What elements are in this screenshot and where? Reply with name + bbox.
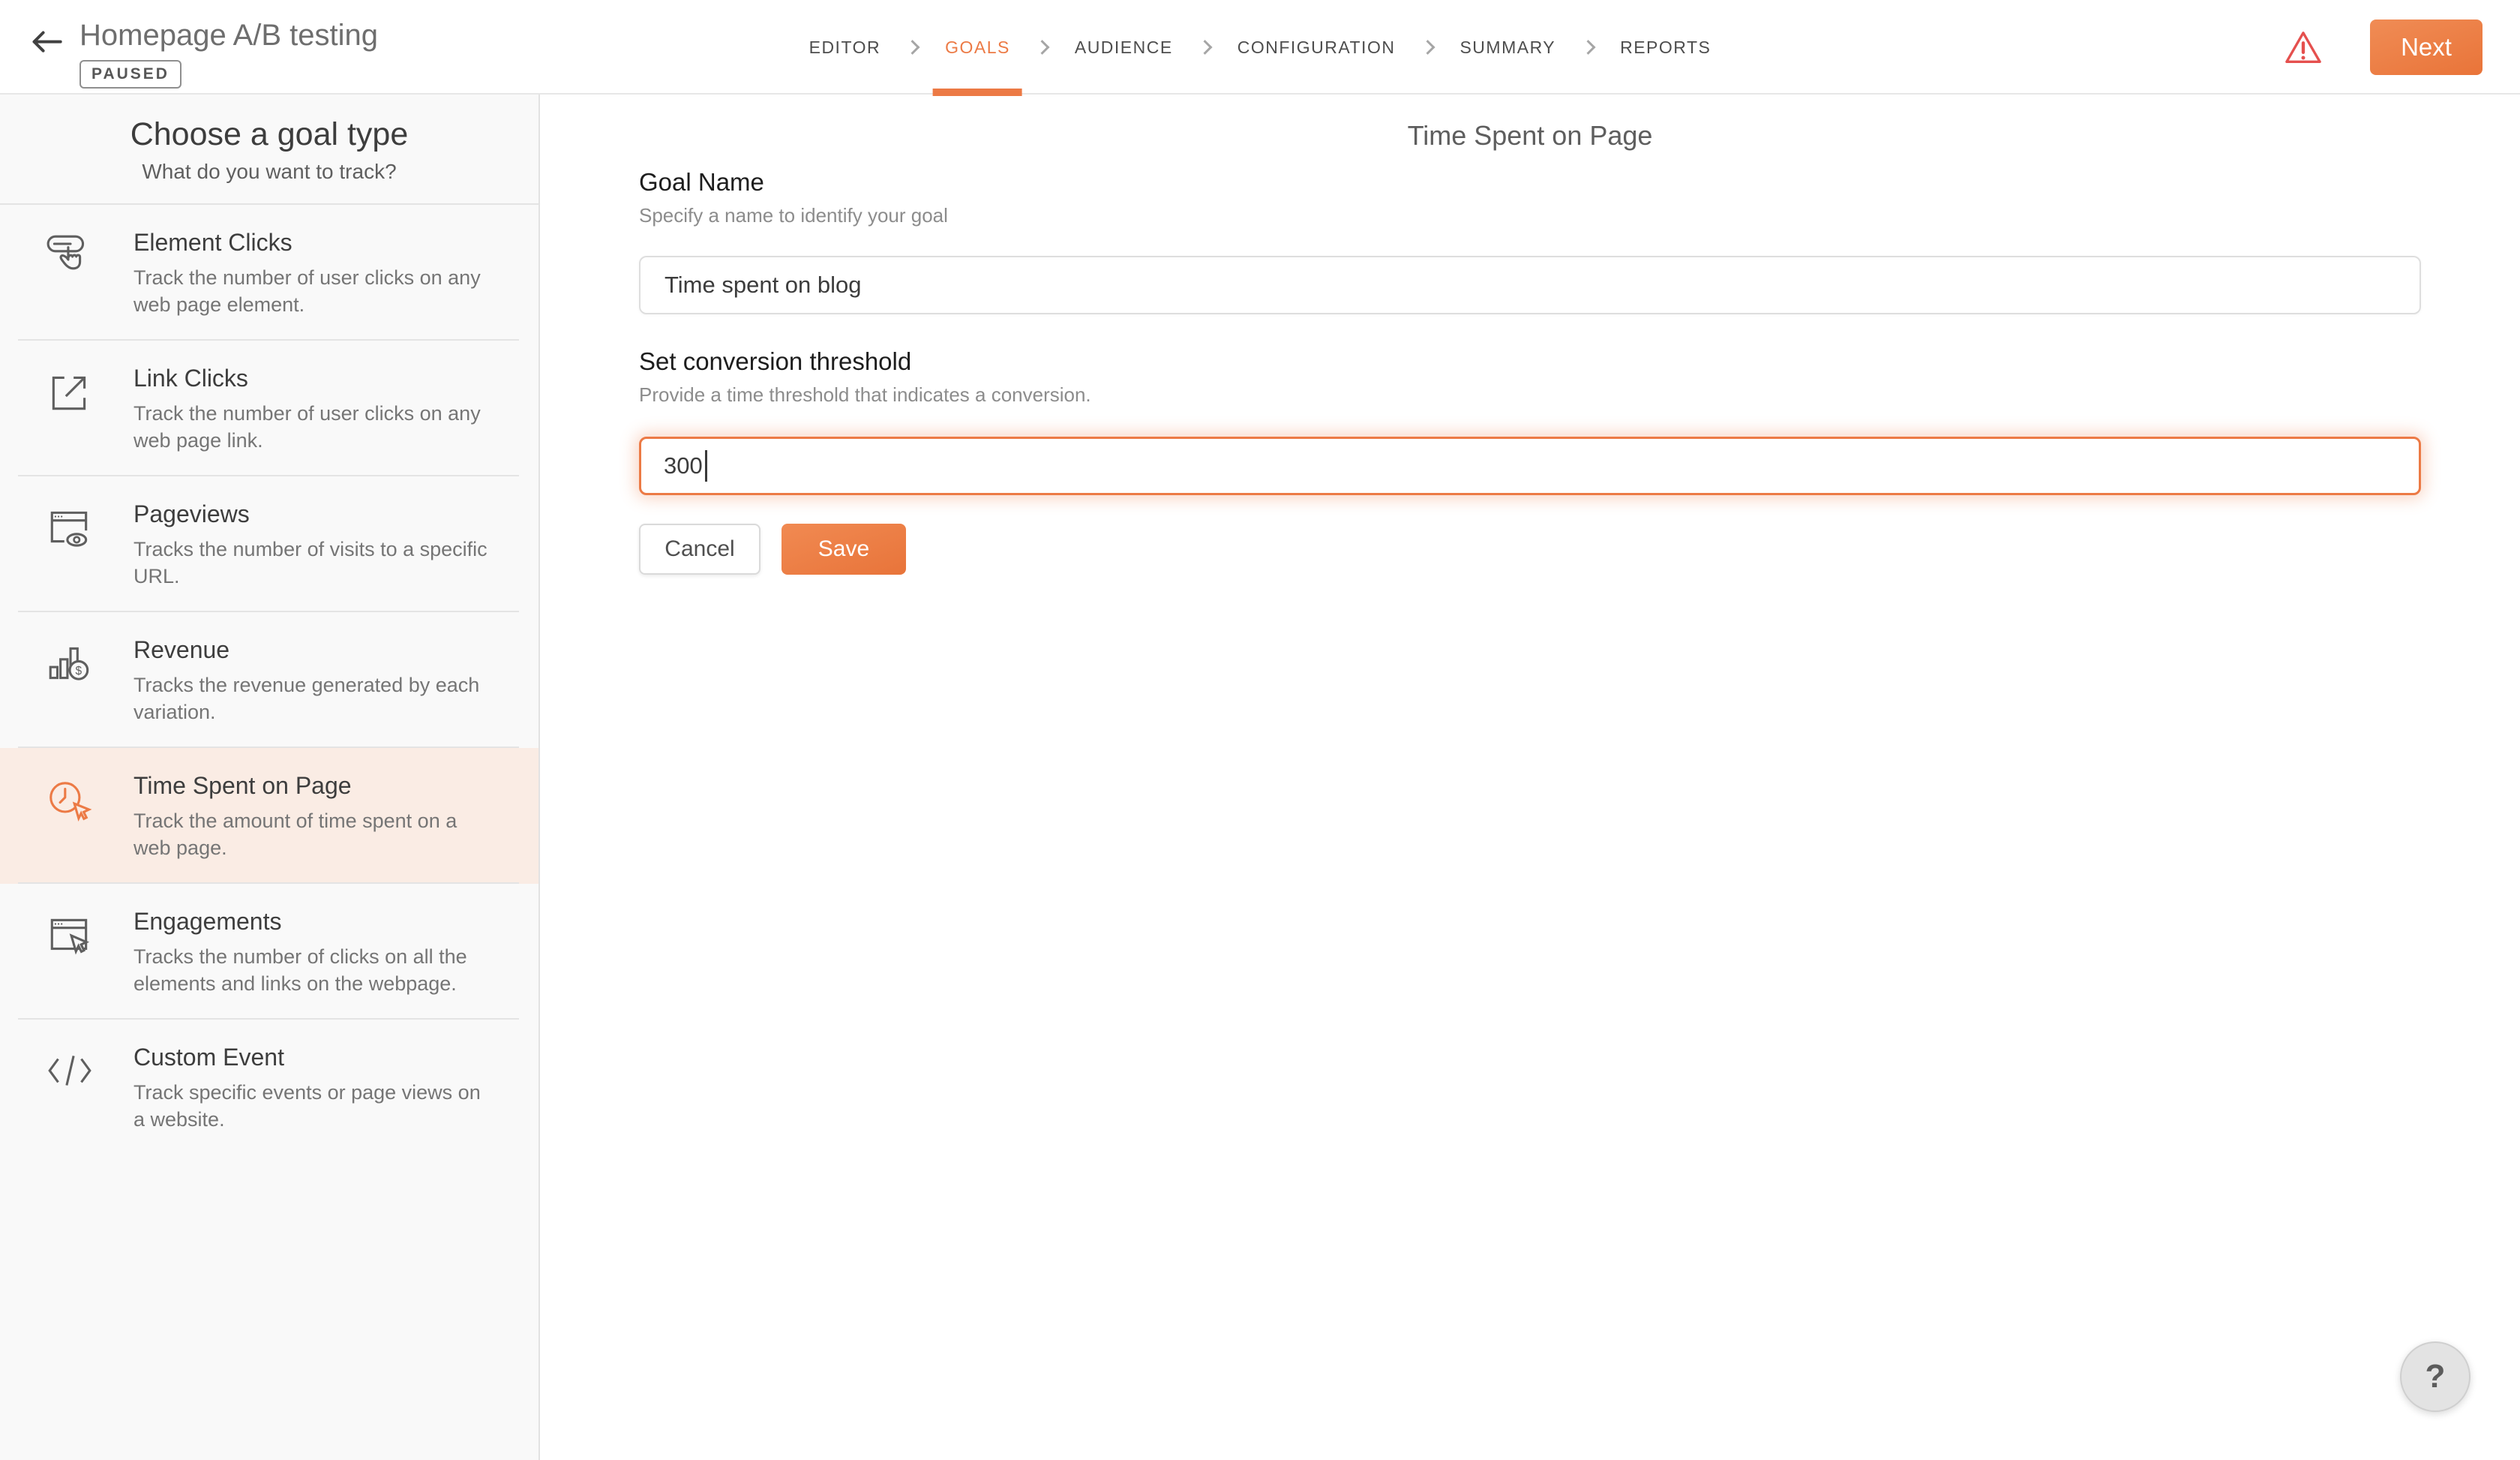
form-actions: Cancel Save [639,524,2421,575]
goal-type-title: Custom Event [134,1042,494,1072]
threshold-value: 300 [664,452,703,479]
back-arrow-icon[interactable] [30,29,63,56]
sidebar-subtitle: What do you want to track? [15,160,524,184]
sidebar-header: Choose a goal type What do you want to t… [0,95,538,205]
page-title: Time Spent on Page [540,120,2520,152]
goal-type-text: Element Clicks Track the number of user c… [134,227,494,318]
goal-name-input[interactable] [639,256,2421,314]
goal-type-description: Track the amount of time spent on a web … [134,807,494,861]
goal-type-title: Engagements [134,906,494,936]
goal-type-link-clicks[interactable]: Link Clicks Track the number of user clic… [0,341,538,476]
element-clicks-icon [45,232,99,286]
cancel-button[interactable]: Cancel [639,524,760,575]
goal-type-title: Link Clicks [134,363,494,393]
goal-type-title: Element Clicks [134,227,494,257]
pageviews-icon [45,503,99,557]
goal-type-engagements[interactable]: Engagements Tracks the number of clicks o… [0,884,538,1020]
goal-type-text: Pageviews Tracks the number of visits to … [134,499,494,590]
threshold-helper: Provide a time threshold that indicates … [639,383,2421,407]
step-nav: EDITOR GOALS AUDIENCE CONFIGURATION SUMMARY R… [787,0,1734,95]
nav-step-editor[interactable]: EDITOR [797,0,892,95]
chevron-right-icon [1198,40,1213,55]
next-button[interactable]: Next [2370,20,2482,75]
experiment-title: Homepage A/B testing [80,18,378,53]
goal-form: Goal Name Specify a name to identify you… [639,168,2421,575]
chevron-right-icon [1580,40,1595,55]
goal-type-time-spent-on-page[interactable]: Time Spent on Page Track the amount of ti… [0,748,538,884]
nav-step-summary[interactable]: SUMMARY [1448,0,1568,95]
goal-name-helper: Specify a name to identify your goal [639,204,2421,227]
header-actions: Next [2284,0,2482,95]
goal-type-description: Track the number of user clicks on any w… [134,264,494,318]
goal-type-title: Time Spent on Page [134,771,494,801]
goal-type-title: Revenue [134,635,494,665]
warning-triangle-icon[interactable] [2284,30,2322,65]
goal-type-custom-event[interactable]: Custom Event Track specific events or pag… [0,1020,538,1155]
goal-type-text: Custom Event Track specific events or pag… [134,1042,494,1133]
goal-type-sidebar: Choose a goal type What do you want to t… [0,95,540,1460]
goal-type-pageviews[interactable]: Pageviews Tracks the number of visits to … [0,476,538,612]
goal-type-description: Tracks the number of clicks on all the e… [134,943,494,997]
nav-step-goals[interactable]: GOALS [933,0,1022,95]
goal-type-text: Time Spent on Page Track the amount of ti… [134,771,494,861]
engagements-icon [45,911,99,965]
goal-type-description: Tracks the revenue generated by each var… [134,671,494,725]
nav-step-reports[interactable]: REPORTS [1608,0,1723,95]
nav-step-configuration[interactable]: CONFIGURATION [1226,0,1408,95]
goal-type-text: Revenue Tracks the revenue generated by e… [134,635,494,725]
goal-type-description: Track specific events or page views on a… [134,1079,494,1133]
goal-type-element-clicks[interactable]: Element Clicks Track the number of user c… [0,205,538,341]
save-button[interactable]: Save [782,524,906,575]
sidebar-title: Choose a goal type [15,116,524,153]
chevron-right-icon [905,40,920,55]
time-spent-icon [45,775,99,829]
help-button[interactable]: ? [2400,1341,2470,1412]
threshold-label: Set conversion threshold [639,347,2421,376]
goal-type-revenue[interactable]: $ Revenue Tracks the revenue generated by … [0,612,538,748]
main-panel: Time Spent on Page Goal Name Specify a n… [540,95,2520,1460]
chevron-right-icon [1035,40,1050,55]
nav-step-audience[interactable]: AUDIENCE [1063,0,1185,95]
threshold-input[interactable]: 300 [639,437,2421,495]
goal-type-description: Tracks the number of visits to a specifi… [134,536,494,590]
goal-type-title: Pageviews [134,499,494,529]
custom-event-icon [45,1047,99,1101]
goal-type-text: Engagements Tracks the number of clicks o… [134,906,494,997]
goal-type-description: Track the number of user clicks on any w… [134,400,494,454]
top-header: Homepage A/B testing PAUSED EDITOR GOALS A… [0,0,2520,95]
status-badge: PAUSED [80,60,182,89]
goal-type-list: Element Clicks Track the number of user c… [0,205,538,1155]
experiment-header: Homepage A/B testing PAUSED [30,18,378,89]
chevron-right-icon [1420,40,1436,55]
content-area: Choose a goal type What do you want to t… [0,95,2520,1460]
goal-name-label: Goal Name [639,168,2421,197]
svg-text:$: $ [76,665,82,677]
goal-type-text: Link Clicks Track the number of user clic… [134,363,494,454]
text-caret [705,450,707,482]
link-clicks-icon [45,368,99,422]
revenue-icon: $ [45,639,99,693]
